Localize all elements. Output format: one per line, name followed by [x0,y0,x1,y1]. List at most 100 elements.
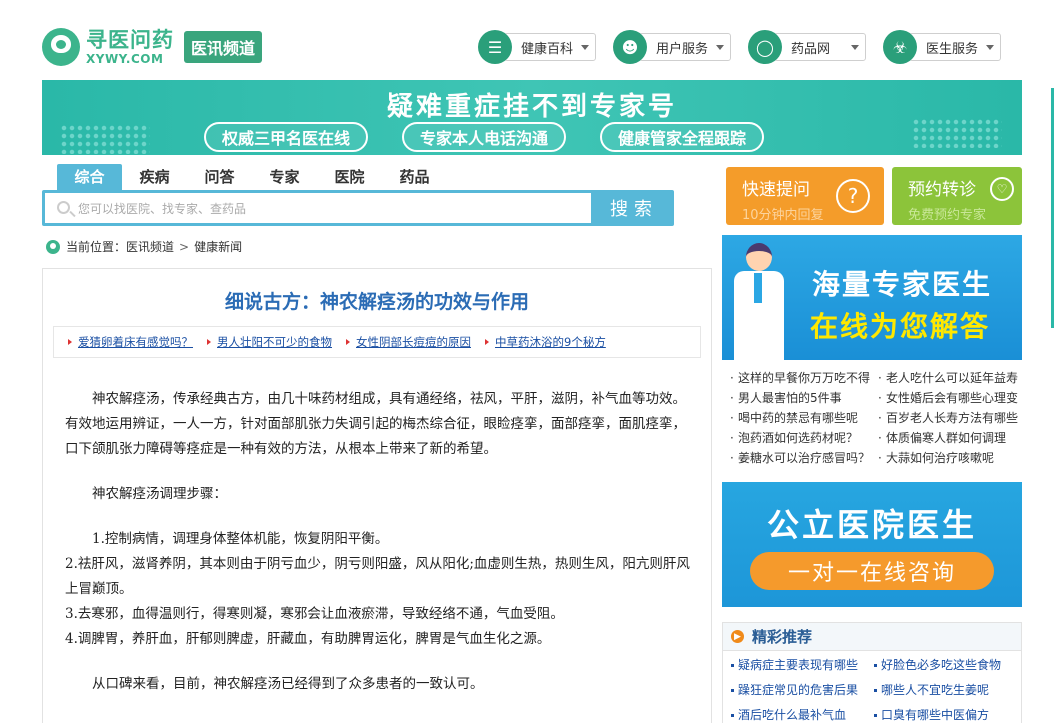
tab-all[interactable]: 综合 [57,164,122,190]
list-item[interactable]: 这样的早餐你万万吃不得 [730,368,878,388]
tab-expert[interactable]: 专家 [252,164,317,190]
arrow-right-icon: ▶ [731,630,744,643]
expert-doctor-promo[interactable]: 海量专家医生 在线为您解答 [722,235,1022,360]
nav-menu-doctor-service[interactable]: ☣ 医生服务 [883,30,1001,64]
banner-pill: 权威三甲名医在线 [204,122,369,152]
nav-label: 药品网 [791,41,831,57]
channel-tag[interactable]: 医讯频道 [184,31,263,63]
top-nav-menus: ☰ 健康百科 ☻ 用户服务 ◯ 药品网 ☣ 医生服务 [478,30,1018,64]
recommend-title: 精彩推荐 [752,628,813,646]
related-link[interactable]: 男人壮阳不可少的食物 [207,334,332,350]
expert-banner[interactable]: 疑难重症挂不到专家号 权威三甲名医在线 专家本人电话沟通 健康管家全程跟踪 [42,80,1022,155]
promo-title: 公立医院医生 [766,506,977,544]
chevron-right-icon: > [179,239,190,254]
question-icon: ? [836,179,870,213]
article-paragraph: 神农解痉汤，传承经典古方，由几十味药材组成，具有通经络，祛风，平肝，滋阴，补气血… [65,391,686,457]
related-link[interactable]: 爱猜卵着床有感觉吗？ [68,334,193,350]
search-icon [57,201,70,214]
recommend-list: 疑病症主要表现有哪些 好脸色必多吃这些食物 躁狂症常见的危害后果 哪些人不宜吃生… [723,651,1021,723]
article-step: 1.控制病情，调理身体整体机能，恢复阴阳平衡。 [92,531,389,547]
nav-menu-health-wiki[interactable]: ☰ 健康百科 [478,30,596,64]
quick-ask-button[interactable]: 快速提问 10分钟内回复 ? [726,167,884,225]
related-link[interactable]: 女性阴部长痘痘的原因 [346,334,471,350]
list-item[interactable]: 大蒜如何治疗咳嗽呢 [878,448,1022,468]
nav-label: 健康百科 [521,41,574,57]
article: 细说古方：神农解痉汤的功效与作用 爱猜卵着床有感觉吗？ 男人壮阳不可少的食物 女… [42,268,712,723]
list-item[interactable]: 百岁老人长寿方法有哪些 [878,408,1022,428]
related-links: 爱猜卵着床有感觉吗？ 男人壮阳不可少的食物 女性阴部长痘痘的原因 中草药沐浴的9… [53,326,701,358]
search-input[interactable]: 您可以找医院、找专家、查药品 [45,193,591,223]
list-item[interactable]: 躁狂症常见的危害后果 [731,678,874,703]
nav-menu-user-service[interactable]: ☻ 用户服务 [613,30,731,64]
nav-dropdown-user-service[interactable]: 用户服务 [639,33,731,61]
nav-menu-drug[interactable]: ◯ 药品网 [748,30,866,64]
referral-button[interactable]: 预约转诊 免费预约专家 ♡ [892,167,1022,225]
list-item[interactable]: 老人吃什么可以延年益寿 [878,368,1022,388]
tab-disease[interactable]: 疾病 [122,164,187,190]
site-header: 寻医问药 XYWY.COM 医讯频道 ☰ 健康百科 ☻ 用户服务 ◯ 药品网 ☣… [0,0,1054,80]
consult-button[interactable]: 一对一在线咨询 [750,552,994,590]
quick-sub: 免费预约专家 [908,208,987,223]
list-item[interactable]: 泡药酒如何选药材呢？ [730,428,878,448]
health-links: 这样的早餐你万万吃不得 老人吃什么可以延年益寿 男人最害怕的5件事 女性婚后会有… [730,368,1022,468]
banner-pill: 健康管家全程跟踪 [600,122,765,152]
search-placeholder: 您可以找医院、找专家、查药品 [78,201,247,216]
nav-dropdown-doctor-service[interactable]: 医生服务 [909,33,1001,61]
article-step: 4.调脾胃，养肝血，肝郁则脾虚，肝藏血，有助脾胃运化，脾胃是气血生化之源。 [65,631,551,647]
logo-text: 寻医问药 XYWY.COM [86,27,174,66]
article-step: 3.去寒邪，血得温则行，得寒则凝，寒邪会让血液瘀滞，导致经络不通，气血受阻。 [65,606,564,622]
tab-drug[interactable]: 药品 [382,164,447,190]
article-paragraph: 从口碑来看，目前，神农解痉汤已经得到了众多患者的一致认可。 [92,676,484,692]
logo-en: XYWY.COM [86,51,164,66]
list-item[interactable]: 酒后吃什么最补气血 [731,703,874,723]
list-item[interactable]: 口臭有哪些中医偏方 [874,703,1019,723]
article-step: 2.祛肝风，滋肾养阴，其本则由于阴亏血少，阴亏则阳盛，风从阳化;血虚则生热，热则… [65,556,690,597]
list-item[interactable]: 好脸色必多吃这些食物 [874,653,1019,678]
tab-hospital[interactable]: 医院 [317,164,382,190]
search-bar: 您可以找医院、找专家、查药品 搜索 [42,190,674,226]
decor-dots [60,124,150,154]
caret-down-icon [581,44,589,50]
breadcrumb-item[interactable]: 医讯频道 [126,238,174,255]
breadcrumb-item[interactable]: 健康新闻 [194,238,242,255]
recommend-header: ▶ 精彩推荐 [723,623,1021,651]
public-hospital-promo[interactable]: 公立医院医生 一对一在线咨询 [722,482,1022,607]
breadcrumb-prefix: 当前位置： [66,240,127,254]
list-item[interactable]: 体质偏寒人群如何调理 [878,428,1022,448]
location-icon [46,239,60,254]
logo-cn: 寻医问药 [86,27,174,52]
site-logo[interactable]: 寻医问药 XYWY.COM 医讯频道 [42,27,263,66]
stethoscope-icon: ♡ [990,177,1014,201]
list-item[interactable]: 疑病症主要表现有哪些 [731,653,874,678]
promo-line2: 在线为您解答 [810,310,991,343]
doctor-head [746,243,772,271]
promo-line1: 海量专家医生 [812,268,993,301]
doctor-tie [754,273,762,303]
caret-down-icon [716,44,724,50]
logo-heart-icon [42,28,80,66]
caret-down-icon [851,44,859,50]
list-item[interactable]: 哪些人不宜吃生姜呢 [874,678,1019,703]
tab-qa[interactable]: 问答 [187,164,252,190]
user-icon: ☻ [613,30,647,64]
article-title: 细说古方：神农解痉汤的功效与作用 [224,291,529,313]
list-item[interactable]: 喝中药的禁忌有哪些呢 [730,408,878,428]
nav-dropdown-health-wiki[interactable]: 健康百科 [504,33,596,61]
list-icon: ☰ [478,30,512,64]
related-link[interactable]: 中草药沐浴的9个秘方 [485,334,606,350]
list-item[interactable]: 女性婚后会有哪些心理变 [878,388,1022,408]
nav-dropdown-drug[interactable]: 药品网 [774,33,866,61]
list-item[interactable]: 男人最害怕的5件事 [730,388,878,408]
breadcrumb: 当前位置： 医讯频道 > 健康新闻 [46,238,242,255]
search-button[interactable]: 搜索 [594,190,674,226]
doctor-illustration [732,243,788,360]
recommend-box: ▶ 精彩推荐 疑病症主要表现有哪些 好脸色必多吃这些食物 躁狂症常见的危害后果 … [722,622,1022,723]
article-body: 神农解痉汤，传承经典古方，由几十味药材组成，具有通经络，祛风，平肝，滋阴，补气血… [65,387,691,717]
search-tabs: 综合 疾病 问答 专家 医院 药品 [57,164,447,190]
caret-down-icon [986,44,994,50]
doctor-icon: ☣ [883,30,917,64]
banner-pill: 专家本人电话沟通 [402,122,567,152]
list-item[interactable]: 姜糖水可以治疗感冒吗？ [730,448,878,468]
banner-pills: 权威三甲名医在线 专家本人电话沟通 健康管家全程跟踪 [204,122,798,152]
pill-icon: ◯ [748,30,782,64]
